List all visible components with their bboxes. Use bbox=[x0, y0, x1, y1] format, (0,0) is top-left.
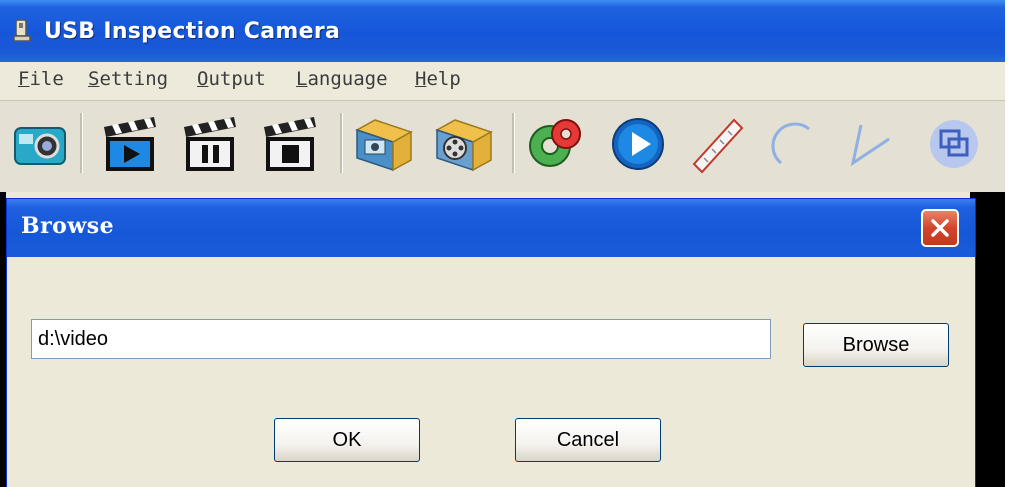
menu-setting[interactable]: Setting bbox=[88, 68, 168, 90]
open-video-folder-button[interactable] bbox=[432, 109, 496, 179]
play-circle-icon bbox=[612, 118, 664, 170]
toolbar-separator bbox=[512, 113, 515, 173]
app-title-bar[interactable]: USB Inspection Camera bbox=[0, 0, 1005, 62]
dialog-body: Browse OK Cancel bbox=[7, 257, 975, 487]
settings-button[interactable] bbox=[522, 109, 586, 179]
app-title: USB Inspection Camera bbox=[44, 19, 341, 44]
toolbar bbox=[0, 101, 1005, 192]
record-pause-clapper-icon bbox=[184, 117, 236, 171]
usb-camera-app-window: USB Inspection Camera File Setting Outpu… bbox=[0, 0, 1005, 487]
measure-arc-button[interactable] bbox=[762, 109, 826, 179]
play-button[interactable] bbox=[606, 109, 670, 179]
measure-angle-button[interactable] bbox=[836, 109, 900, 179]
dialog-title: Browse bbox=[21, 213, 115, 239]
snapshot-button[interactable] bbox=[8, 109, 72, 179]
record-stop-clapper-icon bbox=[264, 117, 316, 171]
camera-app-icon bbox=[13, 19, 31, 42]
menu-help[interactable]: Help bbox=[415, 68, 461, 90]
toolbar-separator bbox=[340, 113, 343, 173]
settings-gear-icon bbox=[529, 119, 581, 167]
record-stop-button[interactable] bbox=[258, 109, 322, 179]
menu-language[interactable]: Language bbox=[296, 68, 388, 90]
angle-measure-icon bbox=[850, 124, 890, 167]
snapshot-camera-icon bbox=[14, 127, 66, 165]
toolbar-separator bbox=[80, 113, 83, 173]
arc-measure-icon bbox=[771, 122, 810, 165]
menu-output[interactable]: Output bbox=[197, 68, 266, 90]
ruler-measure-icon bbox=[692, 118, 744, 174]
overlay-button[interactable] bbox=[922, 109, 986, 179]
menu-file[interactable]: File bbox=[18, 68, 64, 90]
cancel-button[interactable]: Cancel bbox=[515, 418, 661, 462]
photo-folder-icon bbox=[355, 119, 413, 172]
menu-bar: File Setting Output Language Help bbox=[0, 62, 1005, 101]
record-pause-button[interactable] bbox=[178, 109, 242, 179]
record-play-clapper-icon bbox=[104, 117, 156, 171]
path-input[interactable] bbox=[31, 319, 771, 359]
ok-button[interactable]: OK bbox=[274, 418, 420, 462]
measure-line-button[interactable] bbox=[686, 109, 750, 179]
browse-button[interactable]: Browse bbox=[803, 323, 949, 367]
overlay-window-icon bbox=[930, 120, 978, 168]
dialog-close-button[interactable] bbox=[921, 209, 959, 247]
browse-dialog: Browse Browse OK Cancel bbox=[6, 198, 976, 487]
open-photo-folder-button[interactable] bbox=[352, 109, 416, 179]
close-icon bbox=[931, 219, 949, 237]
dialog-title-bar[interactable]: Browse bbox=[7, 199, 975, 257]
video-folder-icon bbox=[435, 119, 493, 172]
record-play-button[interactable] bbox=[98, 109, 162, 179]
